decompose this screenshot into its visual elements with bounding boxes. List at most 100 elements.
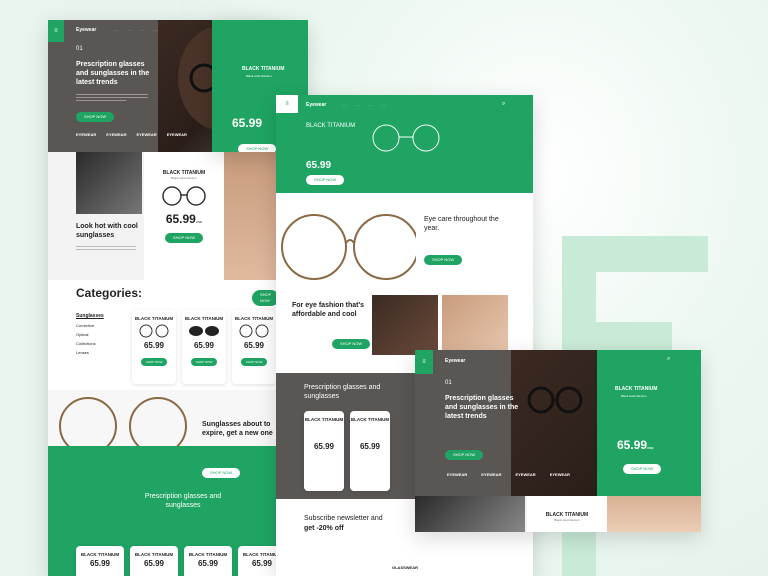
expire-section: Sunglasses about to expire, get a new on… [48, 390, 276, 446]
nav-item[interactable]: ····· [368, 103, 373, 107]
main-nav: ····· ····· ····· ····· [114, 28, 158, 32]
newsletter-title: Subscribe newsletter and [304, 515, 383, 522]
product-subtitle: Black solid titanium [171, 176, 197, 180]
hero-title: Prescription glasses and sunglasses in t… [76, 61, 150, 86]
product-card[interactable]: BLACK TITANIUM Black solid titanium 65.9… [144, 152, 224, 280]
glasses-product-icon [372, 124, 440, 152]
nav-item[interactable]: ····· [114, 28, 119, 32]
product-name: BLACK TITANIUM [242, 552, 276, 557]
nav-item[interactable]: ····· [140, 28, 145, 32]
product-name: BLACK TITANIUM [615, 386, 658, 392]
product-card[interactable]: BLACK TITANIUM 65.99 [184, 546, 232, 576]
product-card[interactable]: BLACK TITANIUM 65.99 SHOP NOW [232, 310, 276, 384]
product-price: 65.99 [306, 160, 332, 171]
glasses-product-icon [139, 324, 169, 338]
product-price: 65.99 [251, 559, 273, 568]
product-shop-button[interactable]: SHOP NOW [140, 358, 168, 366]
menu-icon: ≡ [54, 28, 58, 34]
model-image [442, 295, 508, 355]
hero-section: ≡ Eyewear 01 Prescription glasses and su… [415, 350, 597, 496]
category-item[interactable]: Sunglasses [76, 312, 104, 321]
product-name: BLACK TITANIUM [234, 316, 274, 321]
hero-slide-number: 01 [445, 380, 452, 386]
hero-shop-button[interactable]: SHOP NOW [445, 450, 484, 460]
category-item[interactable]: Collections [76, 339, 104, 348]
categories-section: Categories: SHOP NOW Sunglasses Correcti… [48, 280, 276, 390]
menu-icon: ≡ [422, 359, 426, 365]
category-item[interactable]: Optical [76, 330, 104, 339]
product-subtitle: Black solid titanium [621, 394, 647, 398]
search-icon[interactable]: ⌕ [502, 101, 505, 108]
product-header-section: ≡ Eyewear ····· ····· ····· ····· ⌕ BLACK T… [276, 95, 533, 193]
product-price: 65.99 [359, 442, 381, 451]
product-name: BLACK TITANIUM [304, 417, 344, 422]
product-shop-button[interactable]: SHOP NOW [164, 233, 204, 243]
product-subtitle: Black solid titanium [246, 74, 272, 78]
large-glasses-icon [281, 214, 416, 280]
model-image [372, 295, 438, 355]
search-icon[interactable]: ⌕ [667, 356, 670, 363]
brand-logo-item: EYEWEAR [515, 472, 536, 477]
product-price: 65.99 [89, 559, 111, 568]
hero-shop-button[interactable]: SHOP NOW [76, 112, 115, 122]
fashion-title: For eye fashion that's affordable and co… [292, 302, 365, 318]
brand-logo[interactable]: Eyewear [76, 27, 96, 33]
brand-logo-item: EYEWEAR [549, 472, 570, 477]
product-price: 65.99USD [165, 212, 203, 226]
nav-item[interactable]: ····· [342, 103, 347, 107]
fashion-shop-button[interactable]: SHOP NOW [332, 339, 371, 349]
product-name: BLACK TITANIUM [242, 66, 285, 72]
hero-description [76, 92, 148, 106]
glasses-product-icon [239, 324, 269, 338]
product-shop-button[interactable]: SHOP NOW [240, 358, 268, 366]
promo-title: Look hot with cool sunglasses [76, 223, 138, 239]
product-card[interactable]: BLACK TITANIUM 65.99 [350, 411, 390, 491]
eyecare-shop-button[interactable]: SHOP NOW [424, 255, 463, 265]
product-shop-button[interactable]: SHOP NOW [238, 144, 277, 152]
product-card[interactable]: BLACK TITANIUM Black solid titanium [527, 496, 607, 532]
sunglasses-product-icon [189, 326, 219, 336]
brand-logo-item: EYEWEAR [106, 132, 127, 137]
brand-logo-item: EYEWEAR [76, 132, 97, 137]
product-name: BLACK TITANIUM [184, 316, 224, 321]
product-card[interactable]: BLACK TITANIUM 65.99 [304, 411, 344, 491]
product-price: 65.99 [193, 341, 215, 350]
product-shop-button[interactable]: SHOP NOW [190, 358, 218, 366]
product-card[interactable]: BLACK TITANIUM 65.99 SHOP NOW [182, 310, 226, 384]
eyecare-section: Eye care throughout the year. SHOP NOW [276, 193, 533, 293]
nav-item[interactable]: ····· [355, 103, 360, 107]
product-shop-button[interactable]: SHOP NOW [623, 464, 662, 474]
model-portrait-image [607, 496, 701, 532]
car-image [76, 152, 142, 214]
categories-title: Categories: [76, 286, 143, 300]
car-image [415, 496, 525, 532]
product-price: 65.99 [232, 116, 263, 130]
model-portrait-image [224, 152, 276, 280]
hero-title: Prescription glasses and sunglasses in t… [445, 395, 519, 420]
brand-logo-item: EYEWEAR [166, 132, 187, 137]
brand-logo[interactable]: Eyewear [306, 102, 326, 108]
glasses-product-icon [162, 186, 206, 206]
product-price: 65.99USD [617, 438, 654, 452]
product-price: 65.99 [143, 559, 165, 568]
main-nav: ····· ····· ····· ····· [342, 103, 386, 107]
brand-logo[interactable]: Eyewear [445, 358, 465, 364]
product-card[interactable]: BLACK TITANIUM 65.99 [238, 546, 276, 576]
nav-item[interactable]: ····· [381, 103, 386, 107]
menu-button[interactable]: ≡ [48, 20, 64, 42]
product-shop-button[interactable]: SHOP NOW [306, 175, 345, 185]
expire-shop-button[interactable]: SHOP NOW [202, 468, 241, 478]
menu-button[interactable]: ≡ [415, 350, 433, 374]
product-card[interactable]: BLACK TITANIUM 65.99 [76, 546, 124, 576]
category-item[interactable]: Lenses [76, 348, 104, 357]
newsletter-highlight: get -20% off [304, 525, 344, 532]
product-card[interactable]: BLACK TITANIUM 65.99 SHOP NOW [132, 310, 176, 384]
categories-shop-button[interactable]: SHOP NOW [252, 290, 276, 306]
brand-strip: EYEWEAR EYEWEAR EYEWEAR EYEWEAR [76, 132, 187, 137]
category-item[interactable]: Corrective [76, 321, 104, 330]
menu-button[interactable]: ≡ [276, 95, 298, 113]
hero-slide-number: 01 [76, 46, 83, 52]
product-card[interactable]: BLACK TITANIUM 65.99 [130, 546, 178, 576]
nav-item[interactable]: ····· [127, 28, 132, 32]
promo-section: BLACK TITANIUM Black solid titanium 65.9… [48, 152, 276, 280]
